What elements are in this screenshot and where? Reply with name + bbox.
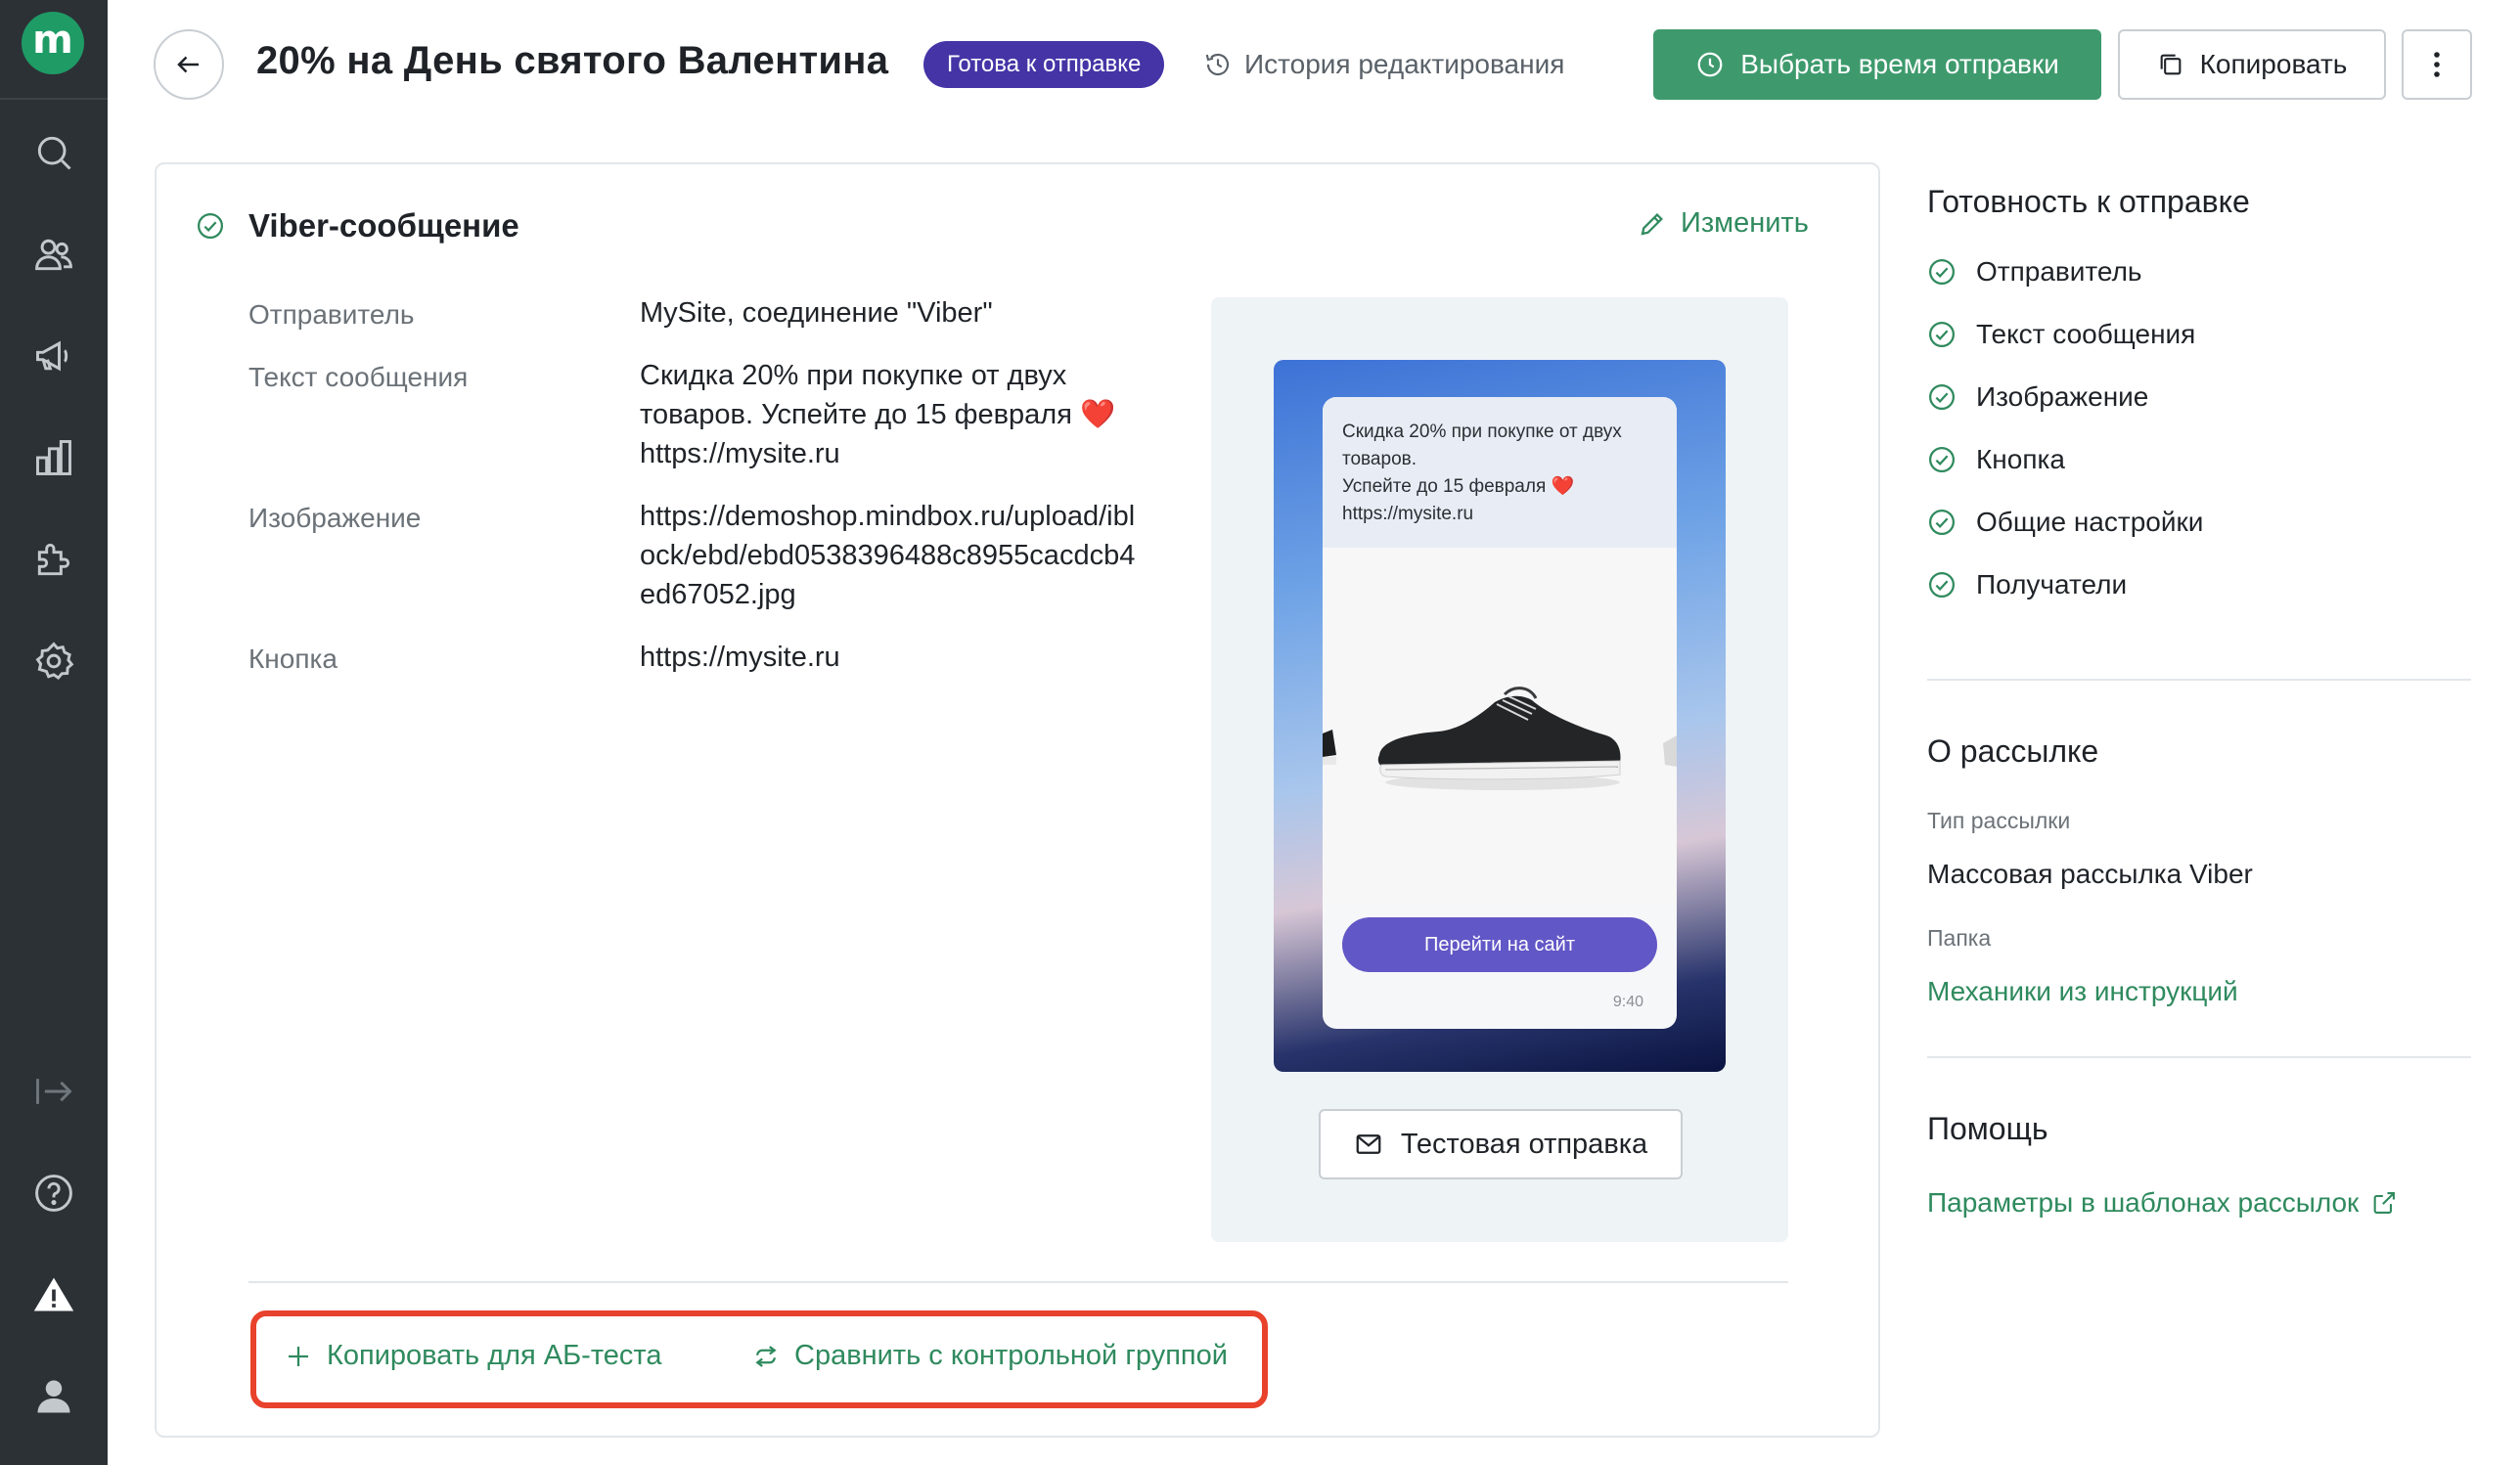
folder-link-label: Механики из инструкций bbox=[1927, 976, 2238, 1006]
copy-button-label: Копировать bbox=[2199, 49, 2348, 79]
more-button[interactable] bbox=[2402, 29, 2472, 100]
copy-for-ab-test-link[interactable]: Копировать для АБ-теста bbox=[284, 1340, 662, 1372]
compare-arrows-icon bbox=[755, 1345, 777, 1367]
megaphone-icon[interactable] bbox=[26, 329, 81, 383]
preview-cta-button: Перейти на сайт bbox=[1342, 917, 1657, 972]
test-send-button[interactable]: Тестовая отправка bbox=[1319, 1109, 1683, 1179]
readiness-item: Текст сообщения bbox=[1927, 319, 2195, 350]
mailing-type-label: Тип рассылки bbox=[1927, 808, 2071, 833]
mailing-type-value: Массовая рассылка Viber bbox=[1927, 859, 2253, 889]
folder-link[interactable]: Механики из инструкций bbox=[1927, 976, 2238, 1007]
readiness-item: Общие настройки bbox=[1927, 507, 2203, 538]
readiness-item-label: Текст сообщения bbox=[1976, 319, 2196, 349]
copy-icon bbox=[2160, 54, 2181, 75]
readiness-item: Кнопка bbox=[1927, 444, 2065, 475]
envelope-icon bbox=[1356, 1134, 1381, 1154]
readiness-item-label: Кнопка bbox=[1976, 444, 2065, 474]
settings-icon[interactable] bbox=[26, 634, 81, 688]
back-button[interactable] bbox=[154, 29, 224, 100]
image-value: https://demoshop.mindbox.ru/upload/ibloc… bbox=[640, 501, 1136, 610]
preview-time: 9:40 bbox=[1612, 994, 1643, 1010]
help-icon[interactable] bbox=[26, 1166, 81, 1221]
card-divider bbox=[248, 1281, 1788, 1283]
schedule-button-label: Выбрать время отправки bbox=[1740, 49, 2059, 79]
message-text-value: Скидка 20% при покупке от двух товаров. … bbox=[640, 360, 1116, 469]
history-label: История редактирования bbox=[1244, 49, 1565, 79]
copy-button[interactable]: Копировать bbox=[2118, 29, 2386, 100]
check-circle-icon bbox=[1929, 322, 1955, 347]
edit-label: Изменить bbox=[1681, 207, 1809, 239]
check-circle-icon bbox=[1929, 510, 1955, 535]
help-link-label: Параметры в шаблонах рассылок bbox=[1927, 1187, 2360, 1218]
control-group-link[interactable]: Сравнить с контрольной группой bbox=[751, 1340, 1228, 1372]
sneaker-image bbox=[1323, 548, 1677, 904]
sender-label: Отправитель bbox=[248, 299, 415, 330]
alert-icon[interactable] bbox=[26, 1267, 81, 1322]
edit-link[interactable]: Изменить bbox=[1638, 207, 1809, 240]
sidebar: m bbox=[0, 0, 108, 1465]
plus-icon bbox=[289, 1346, 308, 1366]
readiness-item-label: Общие настройки bbox=[1976, 507, 2204, 537]
external-link-icon bbox=[2373, 1192, 2396, 1214]
preview-message-text: Скидка 20% при покупке от двух товаров. … bbox=[1323, 397, 1677, 548]
sender-value: MySite, соединение "Viber" bbox=[640, 297, 993, 329]
logo-letter: m bbox=[32, 18, 73, 63]
panel-divider bbox=[1927, 1056, 2471, 1058]
preview-message-line: https://mysite.ru bbox=[1342, 504, 1474, 524]
history-icon bbox=[1205, 53, 1230, 76]
logo[interactable]: m bbox=[22, 12, 84, 74]
button-label: Кнопка bbox=[248, 644, 338, 674]
card-title: Viber-сообщение bbox=[248, 207, 519, 244]
message-preview: Скидка 20% при покупке от двух товаров. … bbox=[1211, 297, 1788, 1242]
sidebar-divider bbox=[0, 98, 108, 100]
check-circle-icon bbox=[198, 213, 223, 239]
check-circle-icon bbox=[1929, 259, 1955, 285]
panel-divider bbox=[1927, 679, 2471, 681]
users-icon[interactable] bbox=[26, 227, 81, 282]
check-circle-icon bbox=[1929, 384, 1955, 410]
preview-message-line: Успейте до 15 февраля ❤️ bbox=[1342, 476, 1575, 497]
pencil-icon bbox=[1641, 212, 1663, 235]
arrow-left-icon bbox=[177, 56, 199, 73]
more-vertical-icon bbox=[2434, 52, 2440, 77]
viber-message-bubble: Скидка 20% при покупке от двух товаров. … bbox=[1323, 397, 1677, 1029]
analytics-icon[interactable] bbox=[26, 430, 81, 485]
help-link[interactable]: Параметры в шаблонах рассылок bbox=[1927, 1187, 2398, 1219]
readiness-item: Изображение bbox=[1927, 381, 2148, 413]
copy-for-ab-test-label: Копировать для АБ-теста bbox=[327, 1340, 662, 1371]
check-circle-icon bbox=[1929, 447, 1955, 472]
schedule-button[interactable]: Выбрать время отправки bbox=[1653, 29, 2101, 100]
search-icon[interactable] bbox=[26, 125, 81, 180]
status-badge: Готова к отправке bbox=[923, 41, 1165, 88]
page-title: 20% на День святого Валентина bbox=[256, 39, 889, 82]
readiness-item: Отправитель bbox=[1927, 256, 2142, 288]
viber-message-card: Viber-сообщение Изменить Отправитель MyS… bbox=[155, 162, 1880, 1438]
readiness-item-label: Изображение bbox=[1976, 381, 2149, 412]
phone-preview: Скидка 20% при покупке от двух товаров. … bbox=[1274, 360, 1726, 1072]
about-title: О рассылке bbox=[1927, 733, 2099, 769]
preview-message-line: Скидка 20% при покупке от двух товаров. bbox=[1342, 422, 1622, 469]
folder-label: Папка bbox=[1927, 925, 1992, 951]
readiness-item: Получатели bbox=[1927, 569, 2127, 600]
history-link[interactable]: История редактирования bbox=[1203, 45, 1564, 84]
image-label: Изображение bbox=[248, 503, 422, 533]
clock-icon bbox=[1697, 52, 1723, 77]
profile-icon[interactable] bbox=[26, 1369, 81, 1424]
message-text-label: Текст сообщения bbox=[248, 362, 469, 392]
readiness-item-label: Получатели bbox=[1976, 569, 2128, 599]
readiness-title: Готовность к отправке bbox=[1927, 184, 2250, 219]
collapse-icon[interactable] bbox=[26, 1064, 81, 1119]
integrations-icon[interactable] bbox=[26, 532, 81, 587]
help-title: Помощь bbox=[1927, 1111, 2048, 1146]
readiness-item-label: Отправитель bbox=[1976, 256, 2142, 287]
button-value: https://mysite.ru bbox=[640, 642, 840, 673]
check-circle-icon bbox=[1929, 572, 1955, 598]
control-group-label: Сравнить с контрольной группой bbox=[794, 1340, 1228, 1371]
test-send-label: Тестовая отправка bbox=[1400, 1128, 1648, 1160]
